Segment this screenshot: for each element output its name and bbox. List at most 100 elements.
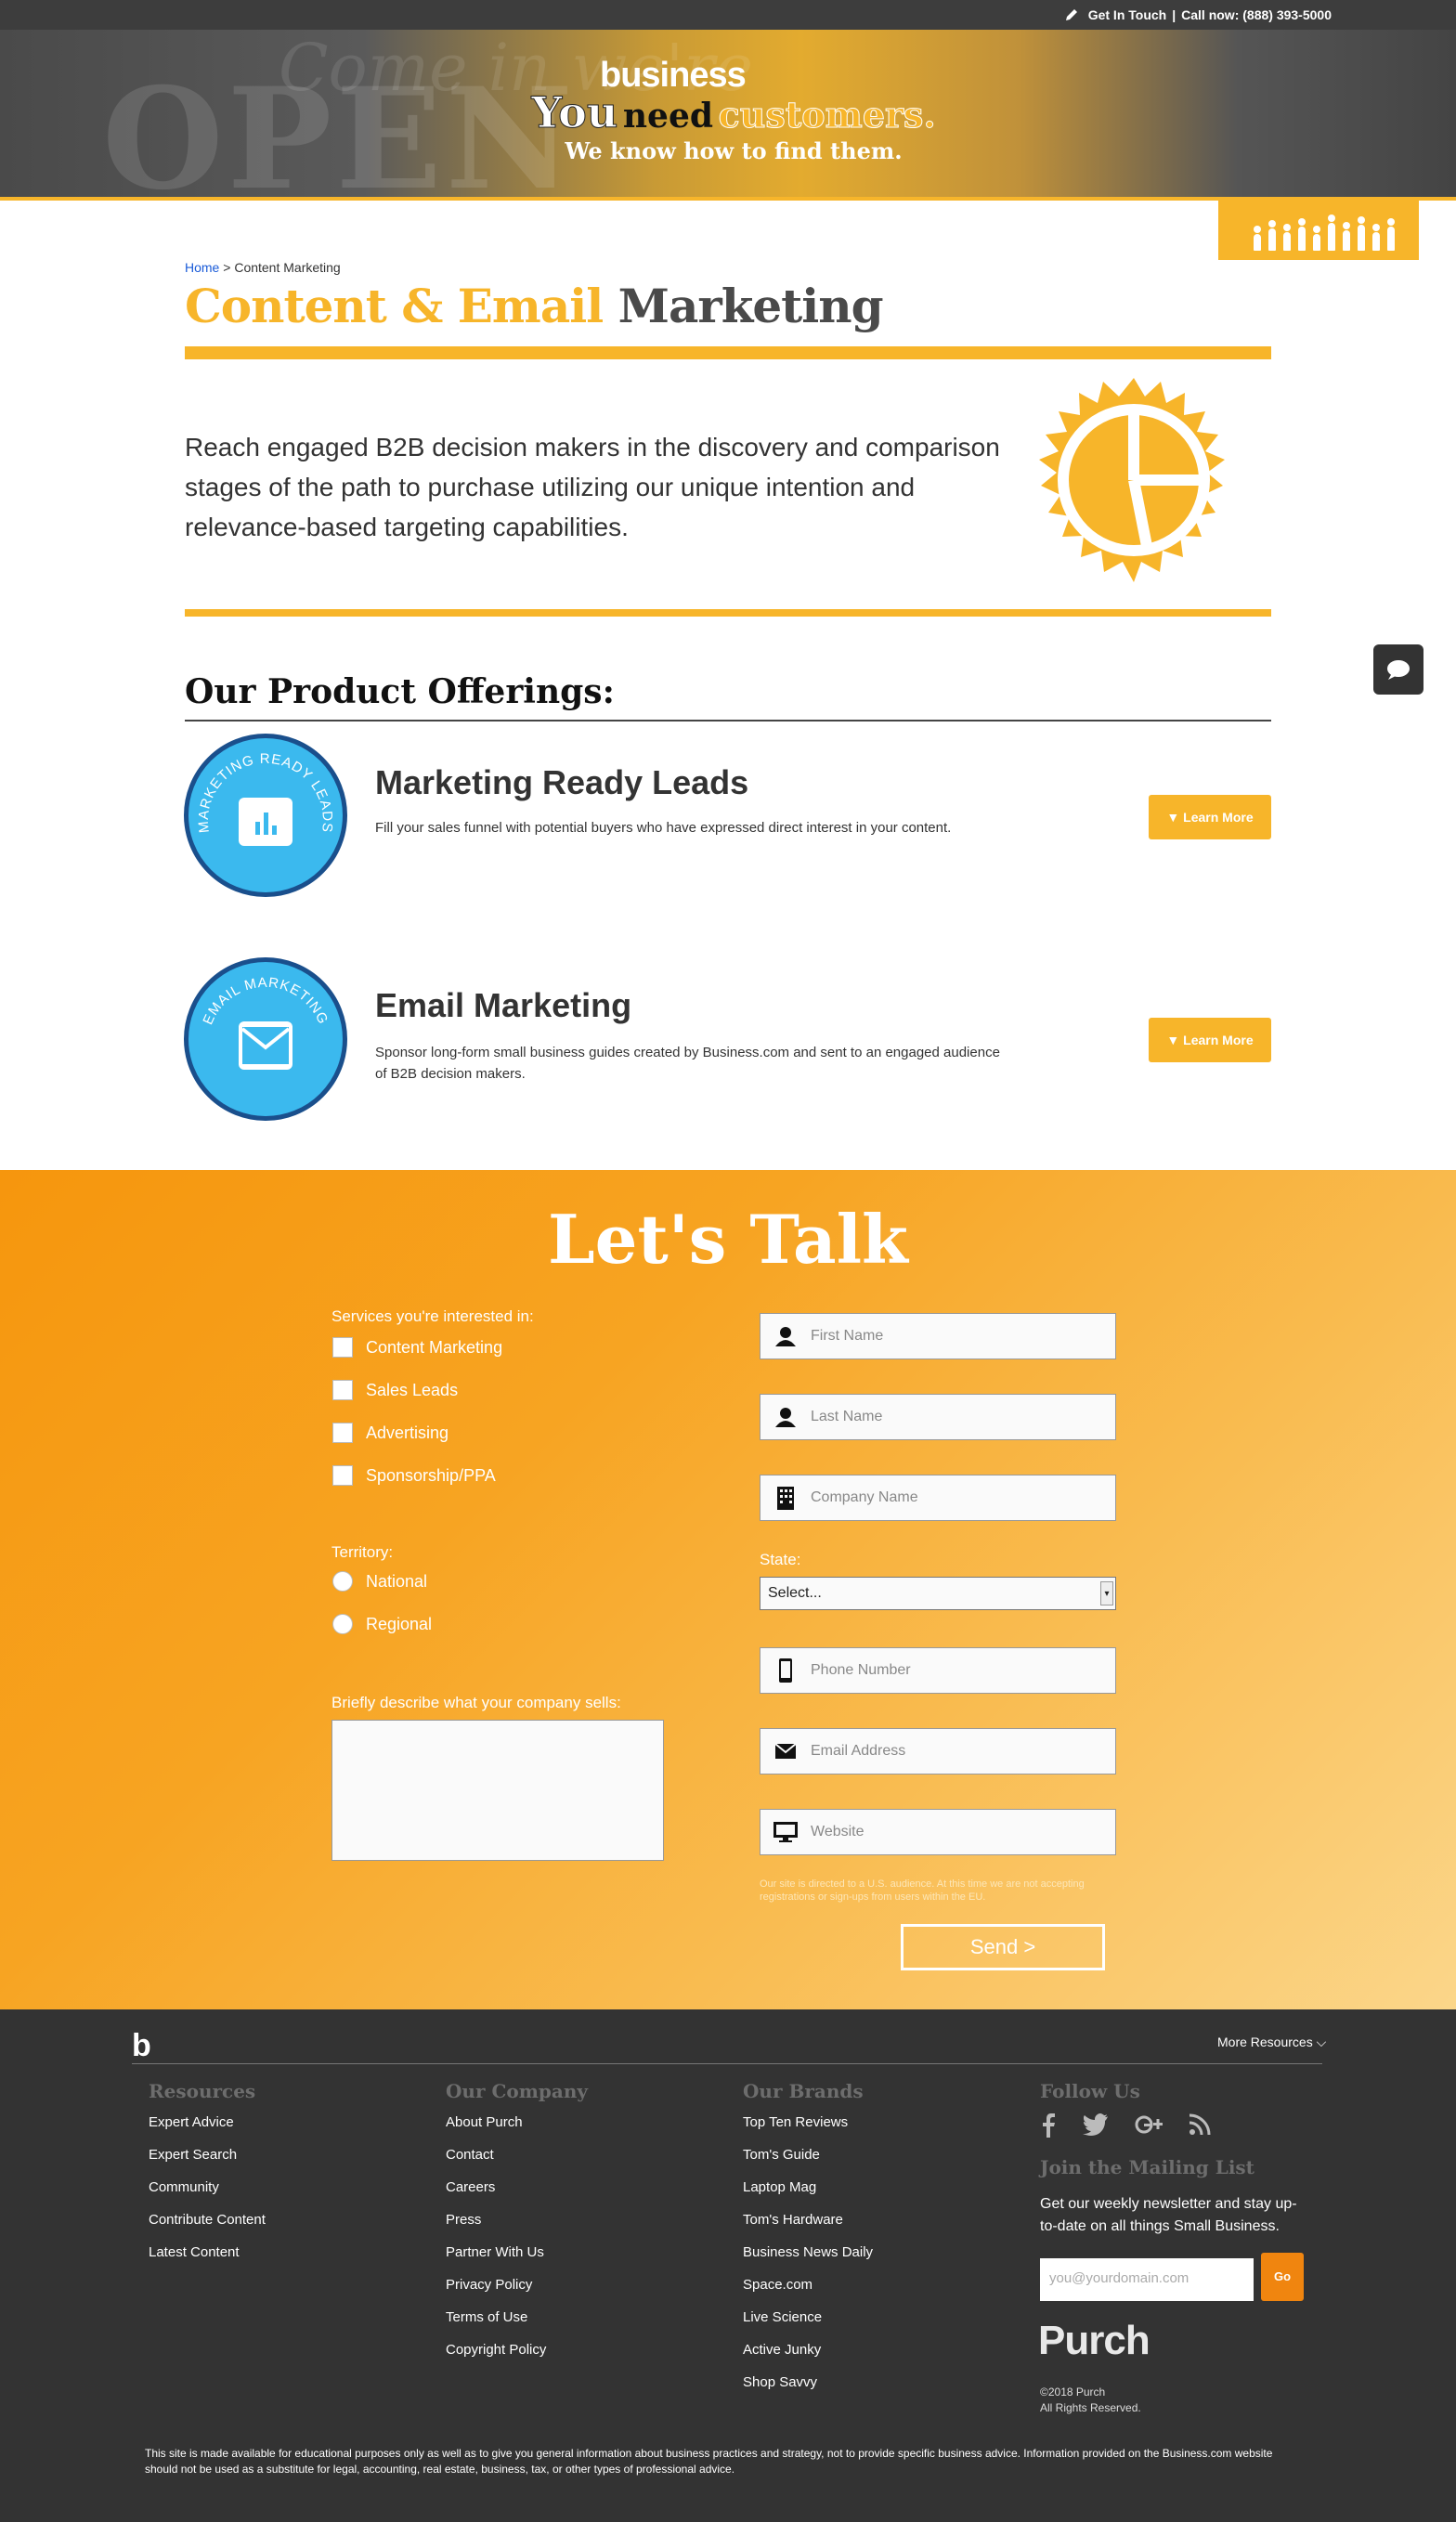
offering-name: Marketing Ready Leads [375, 763, 749, 801]
building-icon [760, 1476, 811, 1520]
phone-field[interactable]: Phone Number [760, 1647, 1116, 1694]
checkbox[interactable] [332, 1465, 353, 1486]
footer-link[interactable]: Shop Savvy [743, 2366, 873, 2398]
footer-link[interactable]: Live Science [743, 2301, 873, 2334]
state-select[interactable]: Select... ▾ [760, 1577, 1116, 1610]
last-name-placeholder: Last Name [811, 1409, 883, 1424]
newsletter-go-button[interactable]: Go [1261, 2253, 1304, 2301]
describe-textarea[interactable] [332, 1720, 664, 1861]
email-field[interactable]: Email Address [760, 1728, 1116, 1774]
website-placeholder: Website [811, 1824, 864, 1840]
footer-link[interactable]: Copyright Policy [446, 2334, 588, 2366]
service-option[interactable]: Sponsorship/PPA [332, 1465, 496, 1486]
footer-link[interactable]: Tom's Guide [743, 2138, 873, 2171]
company-name-field[interactable]: Company Name [760, 1475, 1116, 1521]
footer-link[interactable]: Laptop Mag [743, 2171, 873, 2204]
title-divider [185, 346, 1271, 359]
headline-customers: customers. [718, 94, 936, 136]
footer-link[interactable]: Space.com [743, 2268, 873, 2301]
hero-subheadline: We know how to find them. [565, 137, 903, 164]
copyright-line: ©2018 Purch [1040, 2386, 1106, 2398]
page-title: Content & Email Marketing [185, 279, 884, 333]
intro-text: Reach engaged B2B decision makers in the… [185, 433, 1000, 541]
call-now-link[interactable]: Call now: (888) 393-5000 [1181, 7, 1332, 22]
social-icons [1040, 2113, 1211, 2138]
facebook-icon[interactable] [1040, 2113, 1057, 2138]
service-option[interactable]: Content Marketing [332, 1337, 502, 1358]
top-bar: Get In Touch | Call now: (888) 393-5000 [0, 0, 1456, 30]
monitor-icon [760, 1810, 811, 1854]
footer-link[interactable]: Business News Daily [743, 2236, 873, 2268]
pie-chart-gear-icon [1039, 378, 1225, 582]
footer-col-follow: Follow Us [1040, 2080, 1140, 2106]
svg-text:EMAIL MARKETING: EMAIL MARKETING [200, 975, 331, 1027]
footer-link[interactable]: Expert Search [149, 2138, 266, 2171]
hero-background-word: OPEN [102, 58, 577, 201]
phone-placeholder: Phone Number [811, 1662, 911, 1678]
website-field[interactable]: Website [760, 1809, 1116, 1855]
radio[interactable] [332, 1614, 353, 1634]
select-arrow-icon: ▾ [1100, 1581, 1113, 1606]
hero-banner: Come in we're OPEN business You need cus… [0, 30, 1456, 201]
last-name-field[interactable]: Last Name [760, 1394, 1116, 1440]
service-option[interactable]: Sales Leads [332, 1380, 458, 1400]
state-select-value: Select... [768, 1585, 822, 1601]
footer-link[interactable]: Terms of Use [446, 2301, 588, 2334]
service-label: Content Marketing [366, 1337, 503, 1357]
services-label: Services you're interested in: [332, 1307, 534, 1325]
footer-col-resources: Resources Expert Advice Expert Search Co… [149, 2080, 266, 2268]
copyright-line: All Rights Reserved. [1040, 2401, 1141, 2414]
territory-option[interactable]: National [332, 1571, 427, 1592]
footer-link[interactable]: Top Ten Reviews [743, 2106, 873, 2138]
envelope-icon [239, 1021, 292, 1070]
footer-link[interactable]: Community [149, 2171, 266, 2204]
offerings-heading: Our Product Offerings: [185, 672, 615, 711]
google-plus-icon[interactable] [1135, 2113, 1163, 2136]
checkbox[interactable] [332, 1423, 353, 1443]
person-icon [760, 1395, 811, 1439]
offerings-divider [185, 720, 1271, 722]
envelope-icon [760, 1729, 811, 1774]
footer-link[interactable]: Expert Advice [149, 2106, 266, 2138]
footer-link[interactable]: About Purch [446, 2106, 588, 2138]
email-placeholder: Email Address [811, 1743, 906, 1759]
service-option[interactable]: Advertising [332, 1423, 448, 1443]
footer-link[interactable]: Tom's Hardware [743, 2204, 873, 2236]
footer-link[interactable]: Careers [446, 2171, 588, 2204]
mailing-text: Get our weekly newsletter and stay up-to… [1040, 2196, 1297, 2234]
territory-option-label: Regional [366, 1614, 433, 1633]
checkbox[interactable] [332, 1380, 353, 1400]
mailing-heading: Join the Mailing List [1040, 2156, 1254, 2178]
footer-link[interactable]: Privacy Policy [446, 2268, 588, 2301]
purch-logo[interactable]: Purch [1038, 2318, 1150, 2364]
more-resources-dropdown[interactable]: More Resources ⌵ [1217, 2034, 1326, 2050]
footer-link[interactable]: Active Junky [743, 2334, 873, 2366]
rss-icon[interactable] [1189, 2113, 1211, 2136]
territory-option[interactable]: Regional [332, 1614, 432, 1634]
footer-heading: Our Brands [743, 2080, 864, 2102]
radio[interactable] [332, 1571, 353, 1592]
breadcrumb: Home > Content Marketing [185, 260, 341, 275]
footer-link[interactable]: Contact [446, 2138, 588, 2171]
first-name-field[interactable]: First Name [760, 1313, 1116, 1359]
send-button[interactable]: Send > [901, 1924, 1105, 1970]
page-title-highlight: Content & Email [185, 279, 604, 333]
describe-label: Briefly describe what your company sells… [332, 1694, 621, 1711]
chat-button[interactable] [1373, 644, 1424, 695]
footer-link[interactable]: Partner With Us [446, 2236, 588, 2268]
bar-chart-icon [239, 798, 292, 846]
learn-more-button[interactable]: ▼ Learn More [1149, 1018, 1271, 1062]
twitter-icon[interactable] [1083, 2113, 1109, 2136]
newsletter-email-input[interactable]: you@yourdomain.com [1040, 2258, 1254, 2301]
footer-link[interactable]: Latest Content [149, 2236, 266, 2268]
footer-logo[interactable]: b [132, 2028, 151, 2064]
footer-link[interactable]: Contribute Content [149, 2204, 266, 2236]
learn-more-button[interactable]: ▼ Learn More [1149, 795, 1271, 839]
get-in-touch-link[interactable]: Get In Touch [1088, 7, 1167, 22]
intro-divider [185, 609, 1271, 617]
breadcrumb-home[interactable]: Home [185, 260, 219, 275]
checkbox[interactable] [332, 1337, 353, 1358]
offering-desc: Sponsor long-form small business guides … [375, 1045, 1000, 1082]
more-resources-label: More Resources [1217, 2034, 1313, 2049]
footer-link[interactable]: Press [446, 2204, 588, 2236]
